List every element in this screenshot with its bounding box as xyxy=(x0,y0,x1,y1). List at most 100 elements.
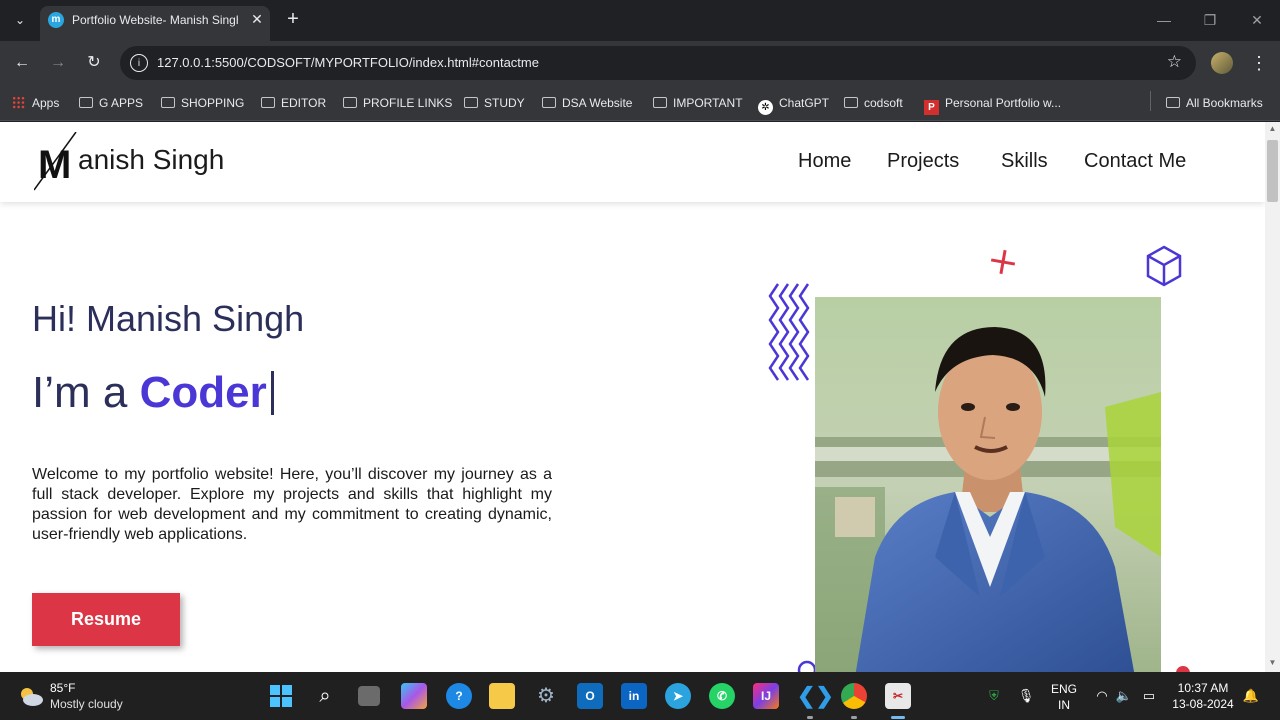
wifi-icon[interactable]: ◠ xyxy=(1093,687,1111,705)
bookmark-editor[interactable]: EDITOR xyxy=(261,93,326,113)
bookmarks-separator xyxy=(1150,91,1151,111)
tab-title: Portfolio Website- Manish Singh xyxy=(72,13,238,27)
cloud-weather-icon[interactable] xyxy=(18,685,44,707)
restore-icon[interactable]: ❐ xyxy=(1196,8,1224,32)
language-region[interactable]: IN xyxy=(1048,698,1080,712)
folder-icon xyxy=(464,97,478,108)
folder-icon xyxy=(79,97,93,108)
weather-temperature[interactable]: 85°F xyxy=(50,681,75,695)
outlook-icon[interactable]: O xyxy=(577,683,603,709)
notification-bell-icon[interactable]: 🔔 xyxy=(1242,687,1260,705)
page-scrollbar[interactable]: ▲ ▼ xyxy=(1265,122,1280,672)
active-tab[interactable]: m Portfolio Website- Manish Singh ✕ xyxy=(40,6,270,41)
site-header: M anish Singh Home Projects Skills Conta… xyxy=(0,122,1265,202)
zigzag-decoration-icon xyxy=(768,283,810,381)
bookmark-star-icon[interactable]: ☆ xyxy=(1167,52,1182,72)
logo-m-icon[interactable]: M xyxy=(34,132,80,192)
folder-icon xyxy=(161,97,175,108)
weather-description[interactable]: Mostly cloudy xyxy=(50,697,123,711)
folder-icon xyxy=(844,97,858,108)
address-bar[interactable]: i 127.0.0.1:5500/CODSOFT/MYPORTFOLIO/ind… xyxy=(120,46,1196,80)
vscode-icon[interactable]: ❮❯ xyxy=(797,683,834,709)
bookmark-shopping[interactable]: SHOPPING xyxy=(161,93,244,113)
greeting-heading: Hi! Manish Singh xyxy=(32,298,305,339)
new-tab-plus-icon[interactable]: + xyxy=(282,8,304,30)
dot-decoration-icon xyxy=(1176,666,1190,672)
snipping-tool-icon[interactable]: ✂ xyxy=(885,683,911,709)
close-window-icon[interactable]: ✕ xyxy=(1243,8,1271,32)
url-text[interactable]: 127.0.0.1:5500/CODSOFT/MYPORTFOLIO/index… xyxy=(157,55,539,70)
file-explorer-icon[interactable] xyxy=(489,683,515,709)
bookmark-apps[interactable]: Apps xyxy=(12,93,59,113)
folder-icon xyxy=(653,97,667,108)
typed-role: Coder xyxy=(139,368,267,417)
intellij-icon[interactable]: IJ xyxy=(753,683,779,709)
folder-icon xyxy=(542,97,556,108)
windows-taskbar: 85°F Mostly cloudy ⌕ ? ⚙ O in ➤ ✆ IJ ❮❯ … xyxy=(0,672,1280,720)
all-bookmarks[interactable]: All Bookmarks xyxy=(1166,93,1263,113)
bookmark-chatgpt[interactable]: ✲ ChatGPT xyxy=(758,93,829,115)
clock-time[interactable]: 10:37 AM xyxy=(1168,681,1238,695)
nav-home[interactable]: Home xyxy=(798,150,851,173)
bookmark-codsoft[interactable]: codsoft xyxy=(844,93,903,113)
settings-gear-icon[interactable]: ⚙ xyxy=(533,683,559,709)
scrollbar-thumb[interactable] xyxy=(1267,140,1278,202)
nav-skills[interactable]: Skills xyxy=(1001,150,1048,173)
apps-grid-icon xyxy=(12,96,25,109)
bookmark-g-apps[interactable]: G APPS xyxy=(79,93,143,113)
nav-projects[interactable]: Projects xyxy=(887,150,959,173)
bookmark-personal-portfolio[interactable]: P Personal Portfolio w... xyxy=(924,93,1061,115)
resume-button[interactable]: Resume xyxy=(32,593,180,646)
copilot-icon[interactable] xyxy=(401,683,427,709)
role-prefix: I’m a xyxy=(32,368,140,417)
minimize-icon[interactable]: — xyxy=(1150,8,1178,32)
running-app-indicator xyxy=(807,716,813,719)
plus-decoration-icon xyxy=(990,249,1016,275)
forward-arrow-icon[interactable]: → xyxy=(46,51,70,75)
folder-icon xyxy=(261,97,275,108)
close-tab-icon[interactable]: ✕ xyxy=(248,10,266,28)
back-arrow-icon[interactable]: ← xyxy=(10,51,34,75)
security-shield-icon[interactable]: ⛨ xyxy=(985,687,1003,705)
bookmark-important[interactable]: IMPORTANT xyxy=(653,93,743,113)
volume-icon[interactable]: 🔈 xyxy=(1115,687,1133,705)
search-icon[interactable]: ⌕ xyxy=(312,683,338,709)
logo-text[interactable]: anish Singh xyxy=(78,144,224,176)
bookmark-study[interactable]: STUDY xyxy=(464,93,525,113)
site-info-icon[interactable]: i xyxy=(130,54,148,72)
folder-icon xyxy=(1166,97,1180,108)
task-view-icon[interactable] xyxy=(358,686,380,706)
role-heading: I’m a Coder xyxy=(32,368,274,418)
profile-avatar[interactable] xyxy=(1211,52,1233,74)
chatgpt-icon: ✲ xyxy=(758,100,773,115)
bookmarks-bar: Apps G APPS SHOPPING EDITOR PROFILE LINK… xyxy=(0,85,1280,121)
microphone-icon[interactable]: 🎙 xyxy=(1017,687,1035,705)
p-favicon-icon: P xyxy=(924,100,939,115)
language-code[interactable]: ENG xyxy=(1048,682,1080,696)
bookmark-dsa-website[interactable]: DSA Website xyxy=(542,93,632,113)
profile-photo xyxy=(815,297,1161,672)
running-app-indicator xyxy=(851,716,857,719)
scroll-down-arrow-icon[interactable]: ▼ xyxy=(1265,658,1280,670)
active-app-indicator xyxy=(891,716,905,719)
m-icon: m xyxy=(48,12,64,28)
scroll-up-arrow-icon[interactable]: ▲ xyxy=(1265,124,1280,136)
nav-contact-me[interactable]: Contact Me xyxy=(1084,150,1186,173)
clock-date[interactable]: 13-08-2024 xyxy=(1168,697,1238,711)
bookmark-profile-links[interactable]: PROFILE LINKS xyxy=(343,93,452,113)
browser-toolbar: ← → ↻ i 127.0.0.1:5500/CODSOFT/MYPORTFOL… xyxy=(0,41,1280,85)
page-viewport: M anish Singh Home Projects Skills Conta… xyxy=(0,122,1265,672)
telegram-icon[interactable]: ➤ xyxy=(665,683,691,709)
cube-decoration-icon xyxy=(1146,245,1182,287)
battery-icon[interactable]: ▭ xyxy=(1140,687,1158,705)
whatsapp-icon[interactable]: ✆ xyxy=(709,683,735,709)
reload-icon[interactable]: ↻ xyxy=(82,51,106,75)
browser-menu-icon[interactable]: ⋮ xyxy=(1250,51,1268,75)
chrome-icon[interactable] xyxy=(841,683,867,709)
svg-text:M: M xyxy=(38,143,71,187)
windows-start-icon[interactable] xyxy=(268,683,294,709)
linkedin-icon[interactable]: in xyxy=(621,683,647,709)
tab-search-chevron-icon[interactable]: ⌄ xyxy=(8,8,32,32)
help-icon[interactable]: ? xyxy=(446,683,472,709)
tab-strip: ⌄ m Portfolio Website- Manish Singh ✕ + … xyxy=(0,0,1280,41)
